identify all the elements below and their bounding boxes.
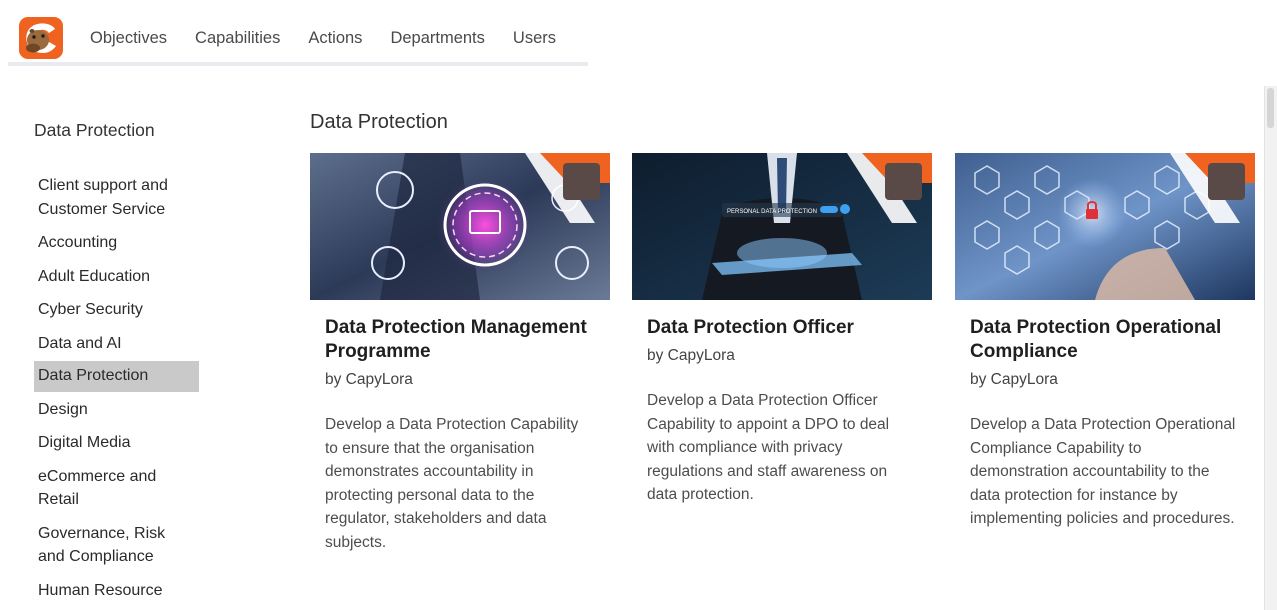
image-caption: PERSONAL DATA PROTECTION xyxy=(727,209,817,215)
card-description: Develop a Data Protection Operational Co… xyxy=(970,416,1236,528)
capylora-logo[interactable] xyxy=(19,17,63,59)
main-nav: Objectives Capabilities Actions Departme… xyxy=(90,29,584,48)
sidebar-title: Data Protection xyxy=(34,120,155,140)
card-title[interactable]: Data Protection Operational Compliance xyxy=(970,316,1240,364)
page-title: Data Protection xyxy=(310,111,448,133)
card-author: by CapyLora xyxy=(647,347,735,364)
card-title[interactable]: Data Protection Officer xyxy=(647,316,917,340)
nav-item-objectives[interactable]: Objectives xyxy=(90,29,167,48)
scrollbar-thumb[interactable] xyxy=(1267,88,1274,128)
sidebar-item-data-and-ai[interactable]: Data and AI xyxy=(34,332,199,356)
sidebar-item-cyber-security[interactable]: Cyber Security xyxy=(34,298,199,322)
sidebar-item-human-resource[interactable]: Human Resource xyxy=(34,579,199,603)
card-image[interactable] xyxy=(955,153,1255,300)
vertical-scrollbar[interactable] xyxy=(1264,86,1277,610)
card-description: Develop a Data Protection Capability to … xyxy=(325,416,579,551)
top-navigation: Objectives Capabilities Actions Departme… xyxy=(8,0,588,66)
sidebar-item-digital-media[interactable]: Digital Media xyxy=(34,431,199,455)
card-badge xyxy=(563,163,600,200)
card-badge xyxy=(885,163,922,200)
capability-card[interactable]: PERSONAL DATA PROTECTION Data Protection… xyxy=(632,153,932,507)
nav-item-users[interactable]: Users xyxy=(513,29,556,48)
sidebar-item-design[interactable]: Design xyxy=(34,398,199,422)
sidebar-item-data-protection[interactable]: Data Protection xyxy=(34,361,199,392)
card-image[interactable]: PERSONAL DATA PROTECTION xyxy=(632,153,932,300)
sidebar-item-adult-education[interactable]: Adult Education xyxy=(34,265,199,289)
capability-card[interactable]: Data Protection Operational Compliance b… xyxy=(955,153,1255,531)
card-description: Develop a Data Protection Officer Capabi… xyxy=(647,392,890,504)
sidebar-item-client-support[interactable]: Client support and Customer Service xyxy=(34,174,199,221)
nav-item-departments[interactable]: Departments xyxy=(390,29,484,48)
card-author: by CapyLora xyxy=(325,371,413,388)
nav-item-actions[interactable]: Actions xyxy=(308,29,362,48)
sidebar-item-accounting[interactable]: Accounting xyxy=(34,231,199,255)
card-author: by CapyLora xyxy=(970,371,1058,388)
card-image[interactable] xyxy=(310,153,610,300)
nav-item-capabilities[interactable]: Capabilities xyxy=(195,29,280,48)
capability-card[interactable]: Data Protection Management Programme by … xyxy=(310,153,610,555)
sidebar-item-ecommerce-retail[interactable]: eCommerce and Retail xyxy=(34,465,199,512)
department-list: Client support and Customer Service Acco… xyxy=(34,174,199,610)
card-title[interactable]: Data Protection Management Programme xyxy=(325,316,595,364)
card-badge xyxy=(1208,163,1245,200)
sidebar-item-governance-risk[interactable]: Governance, Risk and Compliance xyxy=(34,522,199,569)
